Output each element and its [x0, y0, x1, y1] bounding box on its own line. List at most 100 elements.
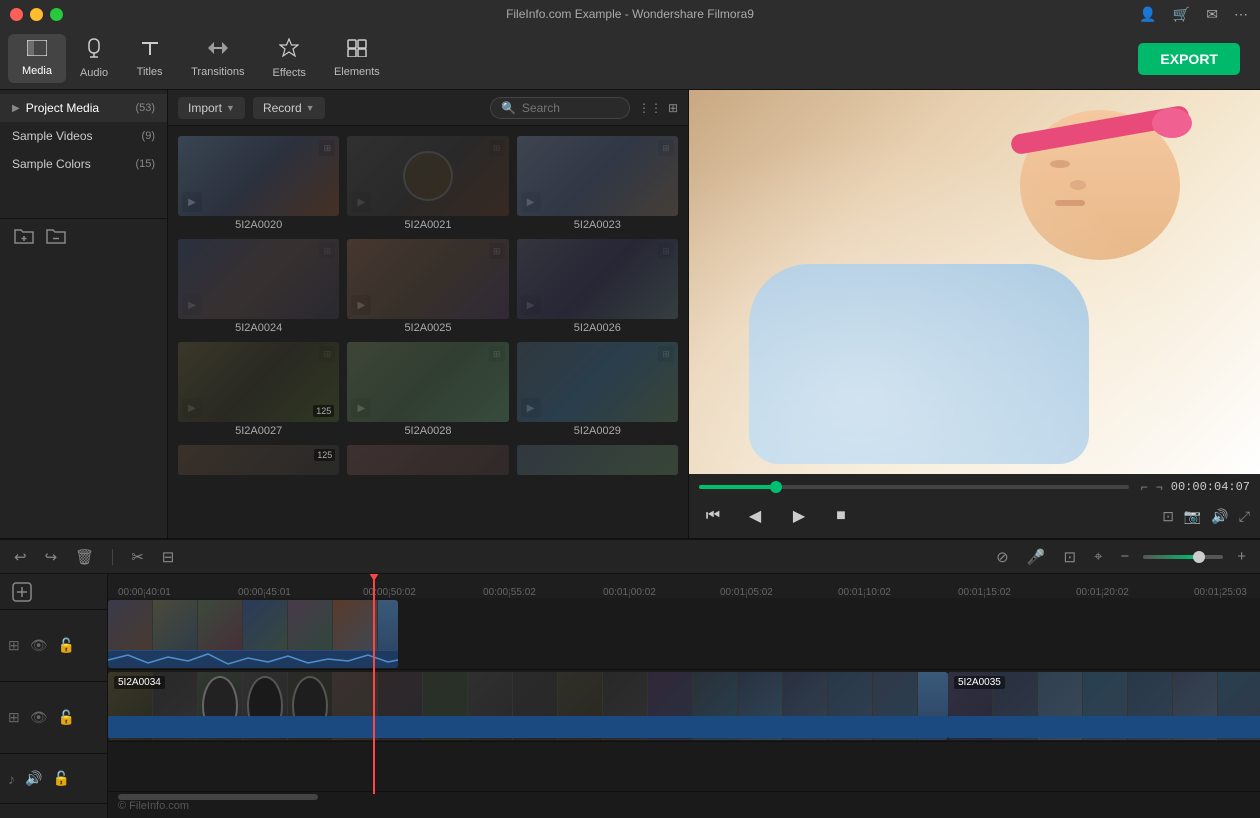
sidebar-project-media-label: Project Media: [26, 101, 99, 115]
video-clip-2[interactable]: 5I2A0034: [108, 672, 948, 740]
profile-icon[interactable]: 👤: [1139, 6, 1156, 23]
sidebar-project-media-count: (53): [135, 102, 155, 114]
add-track-button[interactable]: [0, 574, 107, 610]
import-label: Import: [188, 101, 222, 115]
video-clip-1[interactable]: [108, 600, 398, 668]
track-1-lock-icon[interactable]: 🔓: [58, 637, 75, 654]
play-button[interactable]: ▶: [783, 500, 815, 532]
video-clip-3[interactable]: 5I2A0035: [948, 672, 1260, 740]
media-item-9[interactable]: 125: [178, 445, 339, 475]
media-item-3[interactable]: ⊞ ▶ 5I2A0024: [178, 239, 339, 334]
nav-audio-label: Audio: [80, 67, 108, 79]
media-item-10[interactable]: [347, 445, 508, 475]
snapshot-tl-button[interactable]: ⊡: [1059, 546, 1080, 568]
preview-image: [689, 90, 1260, 474]
cut-button[interactable]: ✂: [127, 546, 148, 568]
snapshot-icon[interactable]: 📷: [1184, 508, 1201, 525]
media-item-5[interactable]: ⊞ ▶ 5I2A0026: [517, 239, 678, 334]
fullscreen-icon[interactable]: ⤢: [1239, 508, 1250, 525]
sidebar-sample-colors-label: Sample Colors: [12, 157, 91, 171]
progress-bar[interactable]: [699, 485, 1129, 489]
media-item-1[interactable]: ⊞ ▶ 5I2A0021: [347, 136, 508, 231]
sidebar-item-project-media[interactable]: ▶ Project Media (53): [0, 94, 167, 122]
media-item-8[interactable]: ⊞ ▶ 5I2A0029: [517, 342, 678, 437]
color-correction-button[interactable]: ⊟: [158, 546, 179, 568]
redo-button[interactable]: ↪: [41, 546, 62, 568]
nav-media-label: Media: [22, 65, 52, 77]
track-1-grid-icon[interactable]: ⊞: [8, 637, 20, 654]
record-button[interactable]: Record ▼: [253, 97, 325, 119]
zoom-slider-handle[interactable]: [1193, 551, 1205, 563]
sidebar-footer: [0, 218, 168, 258]
track-2-lock-icon[interactable]: 🔓: [58, 709, 75, 726]
settings-icon[interactable]: ⋯: [1234, 6, 1248, 23]
nav-audio[interactable]: Audio: [66, 32, 122, 85]
sidebar-sample-colors-count: (15): [135, 158, 155, 170]
grid-view-icon[interactable]: ⊞: [668, 101, 678, 115]
timeline-scrollbar[interactable]: [108, 792, 1260, 800]
minimize-button[interactable]: [30, 8, 43, 21]
media-item-label-3: 5I2A0024: [178, 322, 339, 334]
import-button[interactable]: Import ▼: [178, 97, 245, 119]
track-1-eye-icon[interactable]: 👁: [30, 637, 48, 654]
audio-volume-icon[interactable]: 🔊: [25, 770, 42, 787]
export-button[interactable]: EXPORT: [1138, 43, 1240, 75]
close-button[interactable]: [10, 8, 23, 21]
media-item-label-7: 5I2A0028: [347, 425, 508, 437]
audio-lock-icon[interactable]: 🔓: [52, 770, 69, 787]
cart-icon[interactable]: 🛒: [1173, 6, 1190, 23]
media-item-2[interactable]: ⊞ ▶ 5I2A0023: [517, 136, 678, 231]
add-folder-button[interactable]: [14, 227, 34, 250]
window-controls: [10, 8, 63, 21]
nav-elements[interactable]: Elements: [320, 33, 394, 84]
auto-sync-button[interactable]: ⌖: [1090, 546, 1106, 567]
time-display: 00:00:04:07: [1171, 480, 1250, 494]
record-chevron-icon: ▼: [306, 103, 315, 113]
track-2-eye-icon[interactable]: 👁: [30, 709, 48, 726]
stop-button[interactable]: ■: [827, 502, 855, 530]
media-item-7[interactable]: ⊞ ▶ 5I2A0028: [347, 342, 508, 437]
step-back-button[interactable]: ⏮: [699, 502, 727, 530]
ruler-mark-6: 00:01:10:02: [838, 587, 891, 598]
undo-button[interactable]: ↩: [10, 546, 31, 568]
sidebar-item-sample-colors[interactable]: Sample Colors (15): [0, 150, 167, 178]
timeline-ruler: 00:00:40:01 00:00:45:01 00:00:50:02 00:0…: [108, 574, 1260, 598]
ruler-mark-3: 00:00:55:02: [483, 587, 536, 598]
sidebar-arrow-icon: ▶: [12, 103, 20, 114]
zoom-out-button[interactable]: −: [1116, 546, 1133, 567]
media-item-4[interactable]: ⊞ ▶ 5I2A0025: [347, 239, 508, 334]
nav-media[interactable]: Media: [8, 34, 66, 83]
search-input[interactable]: [522, 101, 622, 115]
nav-titles[interactable]: Titles: [122, 33, 177, 84]
delete-button[interactable]: 🗑: [71, 546, 98, 568]
sidebar-sample-videos-label: Sample Videos: [12, 129, 93, 143]
maximize-button[interactable]: [50, 8, 63, 21]
media-item-11[interactable]: [517, 445, 678, 475]
progress-fill: [699, 485, 776, 489]
audio-music-icon[interactable]: ♪: [8, 771, 15, 787]
nav-transitions-label: Transitions: [191, 66, 244, 78]
remove-folder-button[interactable]: [46, 227, 66, 250]
mail-icon[interactable]: ✉: [1206, 6, 1218, 23]
baby-body: [749, 264, 1089, 464]
media-item-6[interactable]: ⊞ ▶ 125 5I2A0027: [178, 342, 339, 437]
audio-track-controls: ♪ 🔊 🔓: [0, 754, 107, 804]
media-item-label-4: 5I2A0025: [347, 322, 508, 334]
main-area: ▶ Project Media (53) Sample Videos (9) S…: [0, 90, 1260, 538]
nav-transitions[interactable]: Transitions: [177, 33, 258, 84]
ruler-mark-1: 00:00:45:01: [238, 587, 291, 598]
reverse-play-button[interactable]: ◀: [739, 500, 771, 532]
track-2-grid-icon[interactable]: ⊞: [8, 709, 20, 726]
media-item-0[interactable]: ⊞ ▶ 5I2A0020: [178, 136, 339, 231]
filter-icon[interactable]: ⋮⋮: [638, 101, 662, 115]
zoom-slider[interactable]: [1143, 555, 1223, 559]
detach-audio-button[interactable]: ⊘: [992, 546, 1013, 568]
pip-icon[interactable]: ⊡: [1162, 508, 1174, 525]
bracket-open-icon: ⌐: [1141, 480, 1148, 494]
voiceover-button[interactable]: 🎤: [1023, 546, 1050, 568]
volume-icon[interactable]: 🔊: [1211, 508, 1228, 525]
zoom-in-button[interactable]: +: [1233, 546, 1250, 567]
nav-effects[interactable]: Effects: [259, 32, 320, 85]
nav-titles-label: Titles: [137, 66, 163, 78]
sidebar-item-sample-videos[interactable]: Sample Videos (9): [0, 122, 167, 150]
